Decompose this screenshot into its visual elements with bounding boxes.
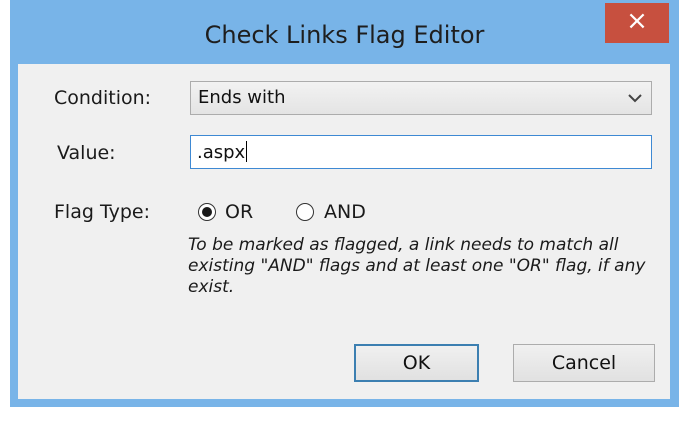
dialog-window: Check Links Flag Editor × Condition: End… [10, 0, 679, 407]
radio-and[interactable] [296, 203, 314, 221]
radio-or[interactable] [198, 203, 216, 221]
condition-selected-value: Ends with [198, 87, 286, 108]
title-bar[interactable]: Check Links Flag Editor × [10, 0, 679, 49]
flag-type-label: Flag Type: [54, 201, 150, 223]
condition-dropdown[interactable]: Ends with [190, 81, 652, 115]
text-caret [246, 141, 248, 162]
chevron-down-icon [628, 94, 642, 103]
value-label: Value: [57, 142, 116, 164]
radio-selected-icon [202, 207, 212, 217]
flag-type-help-text: To be marked as flagged, a link needs to… [188, 235, 646, 297]
radio-or-label[interactable]: OR [225, 201, 253, 223]
window-title: Check Links Flag Editor [204, 21, 485, 49]
close-icon: × [626, 6, 648, 36]
radio-and-label[interactable]: AND [324, 201, 366, 223]
value-input-text: .aspx [197, 141, 248, 163]
value-input-content: .aspx [197, 142, 246, 163]
dialog-body: Condition: Ends with Value: .aspx Flag T… [18, 64, 670, 399]
cancel-button[interactable]: Cancel [513, 344, 655, 382]
condition-label: Condition: [54, 87, 152, 109]
value-input[interactable]: .aspx [190, 135, 652, 169]
ok-button[interactable]: OK [354, 344, 479, 382]
close-button[interactable]: × [605, 3, 669, 43]
